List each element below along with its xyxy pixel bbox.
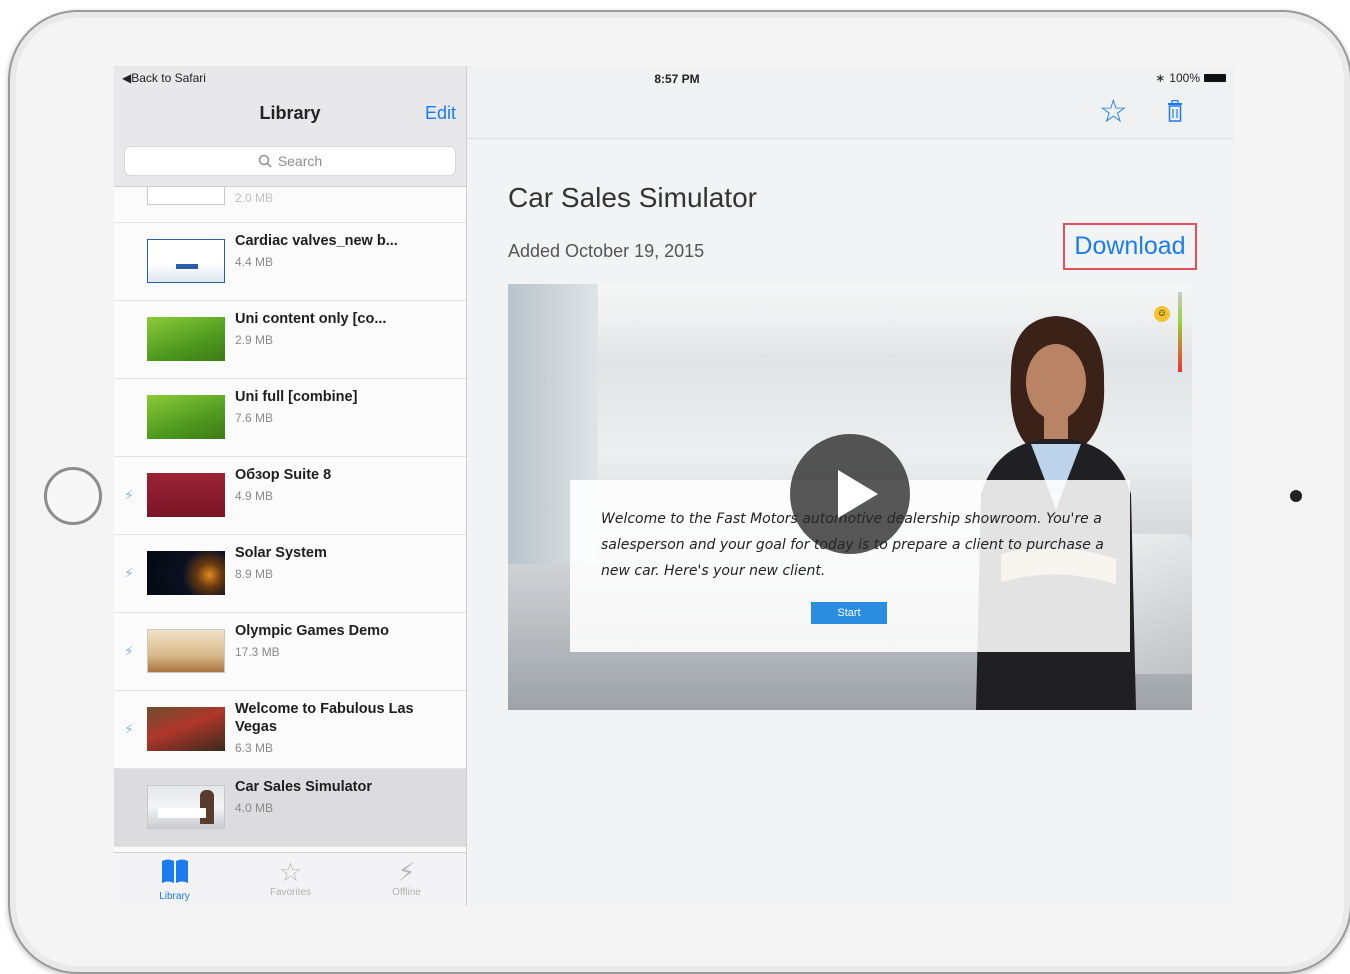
home-button[interactable]: [44, 467, 102, 525]
item-size: 2.9 MB: [235, 333, 274, 347]
page-title: Library: [259, 103, 321, 123]
flash-icon: ⚡: [124, 487, 134, 503]
favorite-star-icon[interactable]: ☆: [1099, 94, 1128, 128]
list-item[interactable]: ⚡ Welcome to Fabulous Las Vegas 6.3 MB: [114, 691, 466, 769]
list-item[interactable]: ⚡ Solar System 8.9 MB: [114, 535, 466, 613]
tab-label: Offline: [392, 887, 421, 898]
list-item-selected[interactable]: Car Sales Simulator 4.0 MB: [114, 769, 466, 847]
trash-icon[interactable]: [1167, 100, 1183, 122]
detail-pane: 8:57 PM ∗ 100% ☆ Car Sales Simulator Add…: [467, 66, 1234, 906]
item-name: Car Sales Simulator: [235, 779, 372, 795]
flash-icon: ⚡: [124, 643, 134, 659]
item-thumbnail: [147, 395, 225, 439]
search-input[interactable]: Search: [124, 146, 456, 176]
flash-icon: ⚡: [124, 721, 134, 737]
item-thumbnail: [147, 187, 225, 205]
camera-dot: [1290, 490, 1302, 502]
start-button[interactable]: Start: [811, 602, 887, 624]
item-name: Welcome to Fabulous Las Vegas: [235, 701, 414, 735]
added-date: Added October 19, 2015: [508, 241, 705, 261]
back-label: Back to Safari: [131, 71, 206, 85]
item-name: Uni content only [co...: [235, 311, 387, 327]
content-title: Car Sales Simulator: [508, 182, 757, 213]
smiley-icon: ☺: [1154, 306, 1170, 322]
tab-label: Favorites: [269, 887, 312, 898]
library-list: 2.0 MB Cardiac valves_new b... 4.4 MB Un…: [114, 187, 466, 852]
tab-bar: Library ☆ Favorites ⚡ Offline: [114, 852, 466, 906]
flash-icon: ⚡: [397, 857, 416, 887]
item-thumbnail: [147, 317, 225, 361]
tab-label: Library: [159, 891, 190, 902]
item-size: 17.3 MB: [235, 645, 280, 659]
item-thumbnail: [147, 785, 225, 829]
item-name: Solar System: [235, 545, 327, 561]
detail-header: 8:57 PM ∗ 100% ☆: [467, 66, 1234, 139]
item-name: Olympic Games Demo: [235, 623, 389, 639]
back-to-safari-link[interactable]: ◀Back to Safari: [122, 71, 206, 85]
back-chevron-icon: ◀: [122, 71, 132, 85]
mood-meter: [1178, 292, 1182, 372]
item-size: 4.4 MB: [235, 255, 274, 269]
item-size: 6.3 MB: [235, 741, 274, 755]
sidebar-header: ◀Back to Safari Library Edit Search: [114, 66, 466, 187]
list-item[interactable]: ⚡ Olympic Games Demo 17.3 MB: [114, 613, 466, 691]
play-icon[interactable]: [790, 434, 910, 554]
item-name: Cardiac valves_new b...: [235, 233, 398, 249]
item-size: 8.9 MB: [235, 567, 274, 581]
search-placeholder: Search: [277, 153, 323, 169]
bluetooth-icon: ∗: [1155, 71, 1166, 85]
battery-label: 100%: [1169, 71, 1200, 85]
edit-button[interactable]: Edit: [425, 103, 456, 124]
tab-offline[interactable]: ⚡ Offline: [348, 857, 465, 898]
item-thumbnail: [147, 551, 225, 595]
list-item[interactable]: Uni full [combine] 7.6 MB: [114, 379, 466, 457]
list-item[interactable]: 2.0 MB: [114, 187, 466, 223]
list-item[interactable]: Uni content only [co... 2.9 MB: [114, 301, 466, 379]
battery-status: ∗ 100%: [1155, 71, 1226, 85]
item-size: 4.9 MB: [235, 489, 274, 503]
item-thumbnail: [147, 239, 225, 283]
list-item[interactable]: Cardiac valves_new b... 4.4 MB: [114, 223, 466, 301]
status-time: 8:57 PM: [654, 72, 700, 86]
book-icon: [116, 857, 233, 891]
content-preview[interactable]: ☺ Welcome to the Fast Motors automotive …: [508, 284, 1192, 710]
item-thumbnail: [147, 473, 225, 517]
item-size: 7.6 MB: [235, 411, 274, 425]
item-name: Обзор Suite 8: [235, 467, 332, 483]
tab-library[interactable]: Library: [116, 857, 233, 902]
battery-icon: [1204, 74, 1226, 82]
tab-favorites[interactable]: ☆ Favorites: [232, 857, 349, 898]
star-icon: ☆: [278, 857, 303, 887]
item-thumbnail: [147, 707, 225, 751]
search-icon: [258, 154, 272, 168]
library-sidebar: ◀Back to Safari Library Edit Search 2.0 …: [114, 66, 467, 906]
app-screen: ◀Back to Safari Library Edit Search 2.0 …: [114, 66, 1234, 906]
item-name: Uni full [combine]: [235, 389, 358, 405]
item-size: 2.0 MB: [235, 191, 274, 205]
list-item[interactable]: ⚡ Обзор Suite 8 4.9 MB: [114, 457, 466, 535]
item-thumbnail: [147, 629, 225, 673]
download-button[interactable]: Download: [1063, 223, 1197, 270]
item-size: 4.0 MB: [235, 801, 274, 815]
flash-icon: ⚡: [124, 565, 134, 581]
